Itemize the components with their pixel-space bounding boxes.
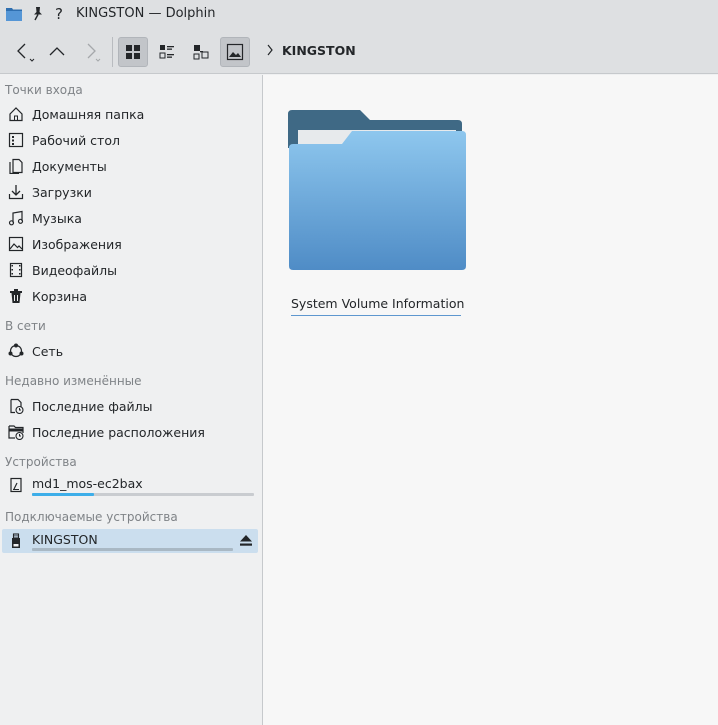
device-usage-bar [32, 548, 233, 551]
details-view-button[interactable] [186, 37, 216, 67]
place-documents[interactable]: Документы [2, 154, 258, 178]
forward-arrow-icon [87, 43, 101, 62]
back-button[interactable] [10, 37, 40, 67]
title-bar: ? KINGSTON — Dolphin [0, 0, 718, 29]
place-label: Музыка [32, 210, 82, 226]
section-title: Устройства [5, 455, 77, 469]
downloads-icon [7, 183, 25, 201]
device-label: md1_mos-ec2bax [32, 475, 143, 491]
place-label: Рабочий стол [32, 132, 120, 148]
help-button[interactable]: ? [55, 5, 63, 23]
details-view-icon [193, 45, 209, 60]
place-recent-locations[interactable]: Последние расположения [2, 420, 258, 444]
pin-icon[interactable] [32, 6, 44, 22]
place-label: Домашняя папка [32, 106, 145, 122]
pictures-icon [7, 235, 25, 253]
preview-button[interactable] [220, 37, 250, 67]
place-recent-files[interactable]: Последние файлы [2, 394, 258, 418]
network-icon [7, 342, 25, 360]
file-view: System Volume Information [263, 75, 718, 725]
place-label: Изображения [32, 236, 122, 252]
place-label: Документы [32, 158, 107, 174]
icons-view-button[interactable] [118, 37, 148, 67]
breadcrumb-chevron-icon [267, 44, 273, 56]
desktop-icon [7, 131, 25, 149]
section-title: Недавно изменённые [5, 374, 142, 388]
usb-drive-icon [7, 532, 25, 550]
device-md1[interactable]: md1_mos-ec2bax [2, 473, 258, 497]
videos-icon [7, 261, 25, 279]
place-trash[interactable]: Корзина [2, 284, 258, 308]
place-videos[interactable]: Видеофайлы [2, 258, 258, 282]
compact-view-icon [159, 45, 174, 59]
section-title: В сети [5, 319, 46, 333]
documents-icon [7, 157, 25, 175]
folder-icon [288, 110, 466, 270]
device-usage-fill [32, 493, 95, 496]
place-network[interactable]: Сеть [2, 339, 258, 363]
places-panel: Точки входа Домашняя папка Рабочий стол … [0, 75, 262, 725]
place-label: Последние расположения [32, 424, 205, 440]
recent-files-icon [7, 397, 25, 415]
recent-locations-icon [7, 423, 25, 441]
toolbar: KINGSTON [0, 29, 718, 74]
home-icon [7, 105, 25, 123]
device-kingston[interactable]: KINGSTON [2, 529, 258, 553]
breadcrumb-item[interactable]: KINGSTON [282, 43, 356, 59]
image-preview-icon [226, 43, 244, 61]
dolphin-app-icon [6, 8, 22, 21]
place-label: Сеть [32, 343, 64, 359]
place-label: Последние файлы [32, 398, 153, 414]
place-label: Видеофайлы [32, 262, 118, 278]
place-home[interactable]: Домашняя папка [2, 102, 258, 126]
section-title: Подключаемые устройства [5, 510, 178, 524]
trash-icon [7, 287, 25, 305]
place-pictures[interactable]: Изображения [2, 232, 258, 256]
back-arrow-icon [17, 43, 35, 62]
place-label: Загрузки [32, 184, 92, 200]
icons-view-icon [126, 45, 140, 59]
place-desktop[interactable]: Рабочий стол [2, 128, 258, 152]
forward-button[interactable] [76, 37, 106, 67]
up-button[interactable] [42, 37, 72, 67]
eject-icon[interactable] [240, 535, 252, 546]
drive-icon [7, 476, 25, 494]
toolbar-separator [112, 37, 113, 67]
up-arrow-icon [49, 47, 65, 56]
device-usage-bar [32, 493, 254, 496]
music-icon [7, 209, 25, 227]
place-music[interactable]: Музыка [2, 206, 258, 230]
place-downloads[interactable]: Загрузки [2, 180, 258, 204]
file-name: System Volume Information [291, 296, 464, 316]
place-label: Корзина [32, 288, 88, 304]
compact-view-button[interactable] [152, 37, 182, 67]
window-title: KINGSTON — Dolphin [76, 6, 216, 21]
device-label: KINGSTON [32, 531, 98, 547]
section-title: Точки входа [5, 83, 83, 97]
